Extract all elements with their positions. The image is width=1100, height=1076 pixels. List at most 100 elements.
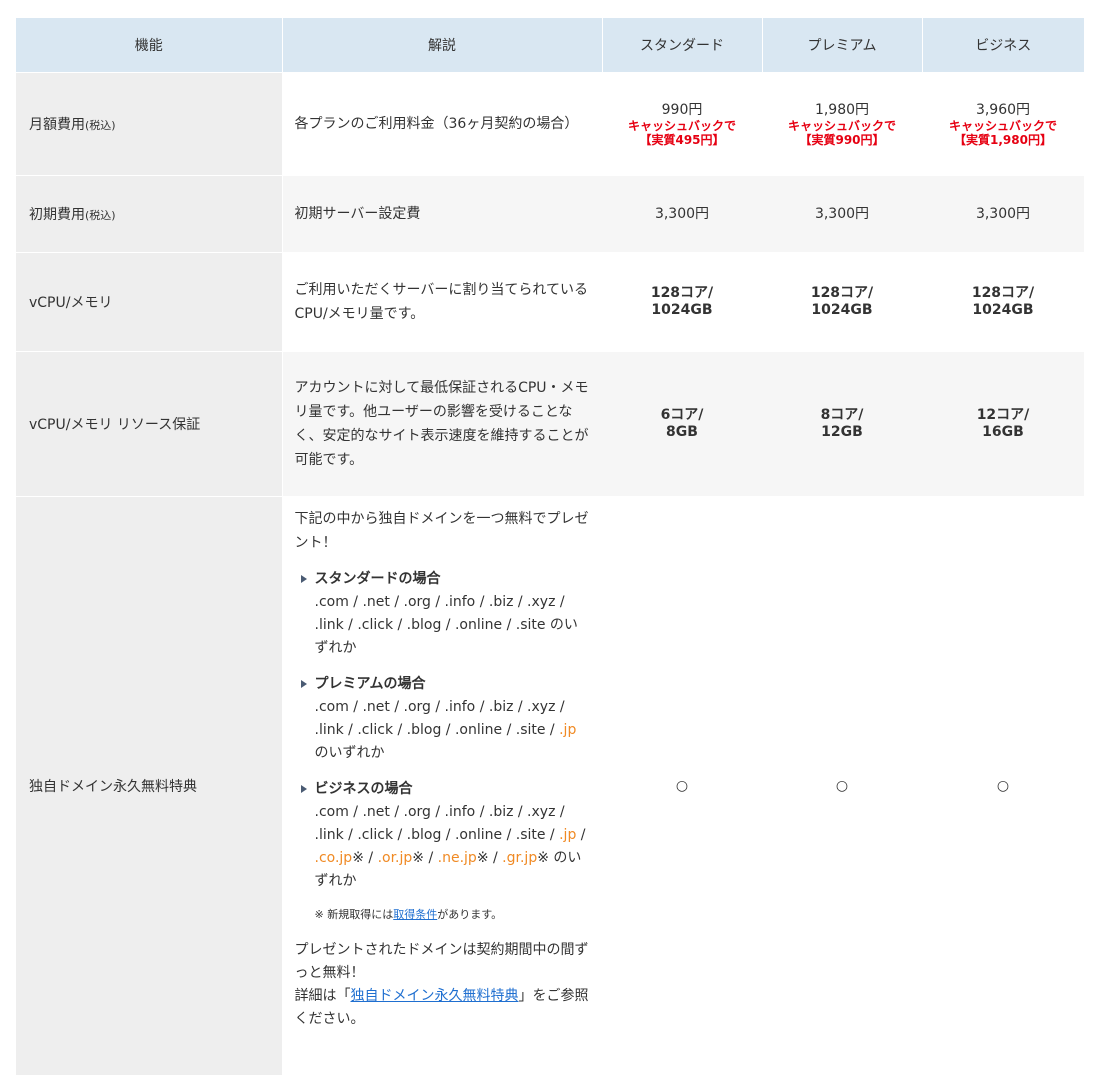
header-feature: 機能 [16,18,282,73]
value-cell-premium: ○ [762,496,922,1076]
effective-price: 【実質990円】 [799,132,885,147]
separator: / [576,827,586,843]
plan-title: ビジネスの場合 [295,777,591,801]
cashback-label: キャッシュバックで [948,118,1057,133]
gift-text: プレゼントされたドメインは契約期間中の間ずっと無料！ 詳細は「独自ドメイン永久無… [295,939,591,1031]
separator: ※ / [412,850,438,866]
feature-label: 初期費用 [29,207,85,223]
plan-premium-domains: プレミアムの場合 .com / .net / .org / .info / .b… [295,672,591,765]
value-cell-business: 3,300円 [922,175,1084,253]
value-cell-standard: 990円 キャッシュバックで 【実質495円】 [602,72,762,176]
tax-note: (税込) [85,119,116,132]
description-cell: 初期サーバー設定費 [282,175,602,253]
domain-list-text: .com / .net / .org / .info / .biz / .xyz… [314,699,565,738]
plan-title-text: ビジネスの場合 [314,781,413,797]
table-row-resource-guarantee: vCPU/メモリ リソース保証 アカウントに対して最低保証されるCPU・メモリ量… [16,351,1084,497]
header-premium: プレミアム [761,18,922,73]
price: 990円 [661,101,703,118]
effective-price: 【実質1,980円】 [954,132,1052,147]
description-cell: アカウントに対して最低保証されるCPU・メモリ量です。他ユーザーの影響を受けるこ… [282,351,602,497]
page: 機能 解説 スタンダード プレミアム ビジネス 月額費用(税込) 各プランのご利… [0,0,1100,1076]
detail-prefix: 詳細は「 [294,988,351,1004]
value-cell-business: 3,960円 キャッシュバックで 【実質1,980円】 [922,72,1084,176]
value-cell-business: 128コア/1024GB [922,252,1084,352]
domain-jp: .jp [559,827,577,843]
domain-or-jp: .or.jp [377,850,413,866]
table-row-domain-benefit: 独自ドメイン永久無料特典 下記の中から独自ドメインを一つ無料でプレゼント！ スタ… [16,496,1084,1076]
plan-title-text: スタンダードの場合 [314,571,441,587]
cores: 12コア/ [976,407,1030,423]
tax-note: (税込) [85,209,116,222]
cashback-label: キャッシュバックで [627,118,736,133]
domain-list-text: .com / .net / .org / .info / .biz / .xyz… [314,804,565,843]
cores: 8コア/ [820,407,864,423]
triangle-right-icon [300,680,307,688]
price: 3,960円 [975,101,1031,118]
plan-title-text: プレミアムの場合 [314,676,426,692]
description-cell: ご利用いただくサーバーに割り当てられているCPU/メモリ量です。 [282,252,602,352]
plan-title: プレミアムの場合 [295,672,591,696]
note-prefix: ※ 新規取得には [314,908,394,921]
value-cell-standard: 128コア/1024GB [602,252,762,352]
value-cell-business: ○ [922,496,1084,1076]
value-cell-business: 12コア/16GB [922,351,1084,497]
acquisition-note: ※ 新規取得には取得条件があります。 [295,905,591,925]
memory: 8GB [666,424,698,440]
acquisition-conditions-link[interactable]: 取得条件 [393,908,437,921]
value-cell-premium: 8コア/12GB [762,351,922,497]
triangle-right-icon [300,575,307,583]
plan-business-domains: ビジネスの場合 .com / .net / .org / .info / .bi… [295,777,591,893]
feature-cell: 月額費用(税込) [16,72,283,176]
cores: 128コア/ [650,285,714,301]
feature-cell: vCPU/メモリ リソース保証 [16,351,283,497]
cores: 128コア/ [810,285,874,301]
value-cell-premium: 3,300円 [762,175,922,253]
separator: ※ / [476,850,503,866]
table-header-row: 機能 解説 スタンダード プレミアム ビジネス [16,18,1084,73]
domain-gr-jp: .gr.jp [502,850,538,866]
plan-standard-domains: スタンダードの場合 .com / .net / .org / .info / .… [295,567,591,660]
feature-cell: 初期費用(税込) [16,175,283,253]
effective-price: 【実質495円】 [639,132,725,147]
domain-list-suffix: のいずれか [314,745,385,761]
detail-line: 詳細は「独自ドメイン永久無料特典」をご参照ください。 [295,985,591,1031]
gift-line: プレゼントされたドメインは契約期間中の間ずっと無料！ [294,942,589,981]
value-cell-premium: 1,980円 キャッシュバックで 【実質990円】 [762,72,922,176]
cores: 6コア/ [660,407,704,423]
memory: 1024GB [811,302,873,318]
value-cell-standard: 6コア/8GB [602,351,762,497]
domain-intro: 下記の中から独自ドメインを一つ無料でプレゼント！ [294,511,589,551]
cashback-label: キャッシュバックで [787,118,896,133]
domain-list: .com / .net / .org / .info / .biz / .xyz… [295,801,591,893]
value-cell-premium: 128コア/1024GB [762,252,922,352]
feature-label: 月額費用 [29,117,85,133]
domain-co-jp: .co.jp [314,850,353,866]
domain-ne-jp: .ne.jp [437,850,477,866]
header-business: ビジネス [921,18,1084,73]
domain-jp: .jp [559,722,577,738]
description-cell: 各プランのご利用料金（36ヶ月契約の場合） [282,72,602,176]
price: 1,980円 [814,101,870,118]
plan-comparison-table: 機能 解説 スタンダード プレミアム ビジネス 月額費用(税込) 各プランのご利… [16,18,1084,1076]
separator: ※ / [352,850,378,866]
domain-list: .com / .net / .org / .info / .biz / .xyz… [314,594,578,656]
cores: 128コア/ [971,285,1035,301]
memory: 16GB [982,424,1024,440]
table-row-monthly-fee: 月額費用(税込) 各プランのご利用料金（36ヶ月契約の場合） 990円 キャッシ… [16,72,1084,176]
header-standard: スタンダード [601,18,762,73]
domain-benefit-link[interactable]: 独自ドメイン永久無料特典 [351,988,519,1004]
table-row-initial-fee: 初期費用(税込) 初期サーバー設定費 3,300円 3,300円 3,300円 [16,175,1084,253]
description-cell: 下記の中から独自ドメインを一つ無料でプレゼント！ スタンダードの場合 .com … [282,496,602,1076]
note-suffix: があります。 [437,908,503,921]
table-row-vcpu-memory: vCPU/メモリ ご利用いただくサーバーに割り当てられているCPU/メモリ量です… [16,252,1084,352]
memory: 12GB [821,424,863,440]
memory: 1024GB [651,302,713,318]
triangle-right-icon [300,785,307,793]
plan-title: スタンダードの場合 [295,567,591,591]
value-cell-standard: ○ [602,496,762,1076]
header-description: 解説 [281,18,602,73]
value-cell-standard: 3,300円 [602,175,762,253]
feature-cell: vCPU/メモリ [16,252,283,352]
domain-list: .com / .net / .org / .info / .biz / .xyz… [295,696,591,765]
feature-cell: 独自ドメイン永久無料特典 [16,496,283,1076]
